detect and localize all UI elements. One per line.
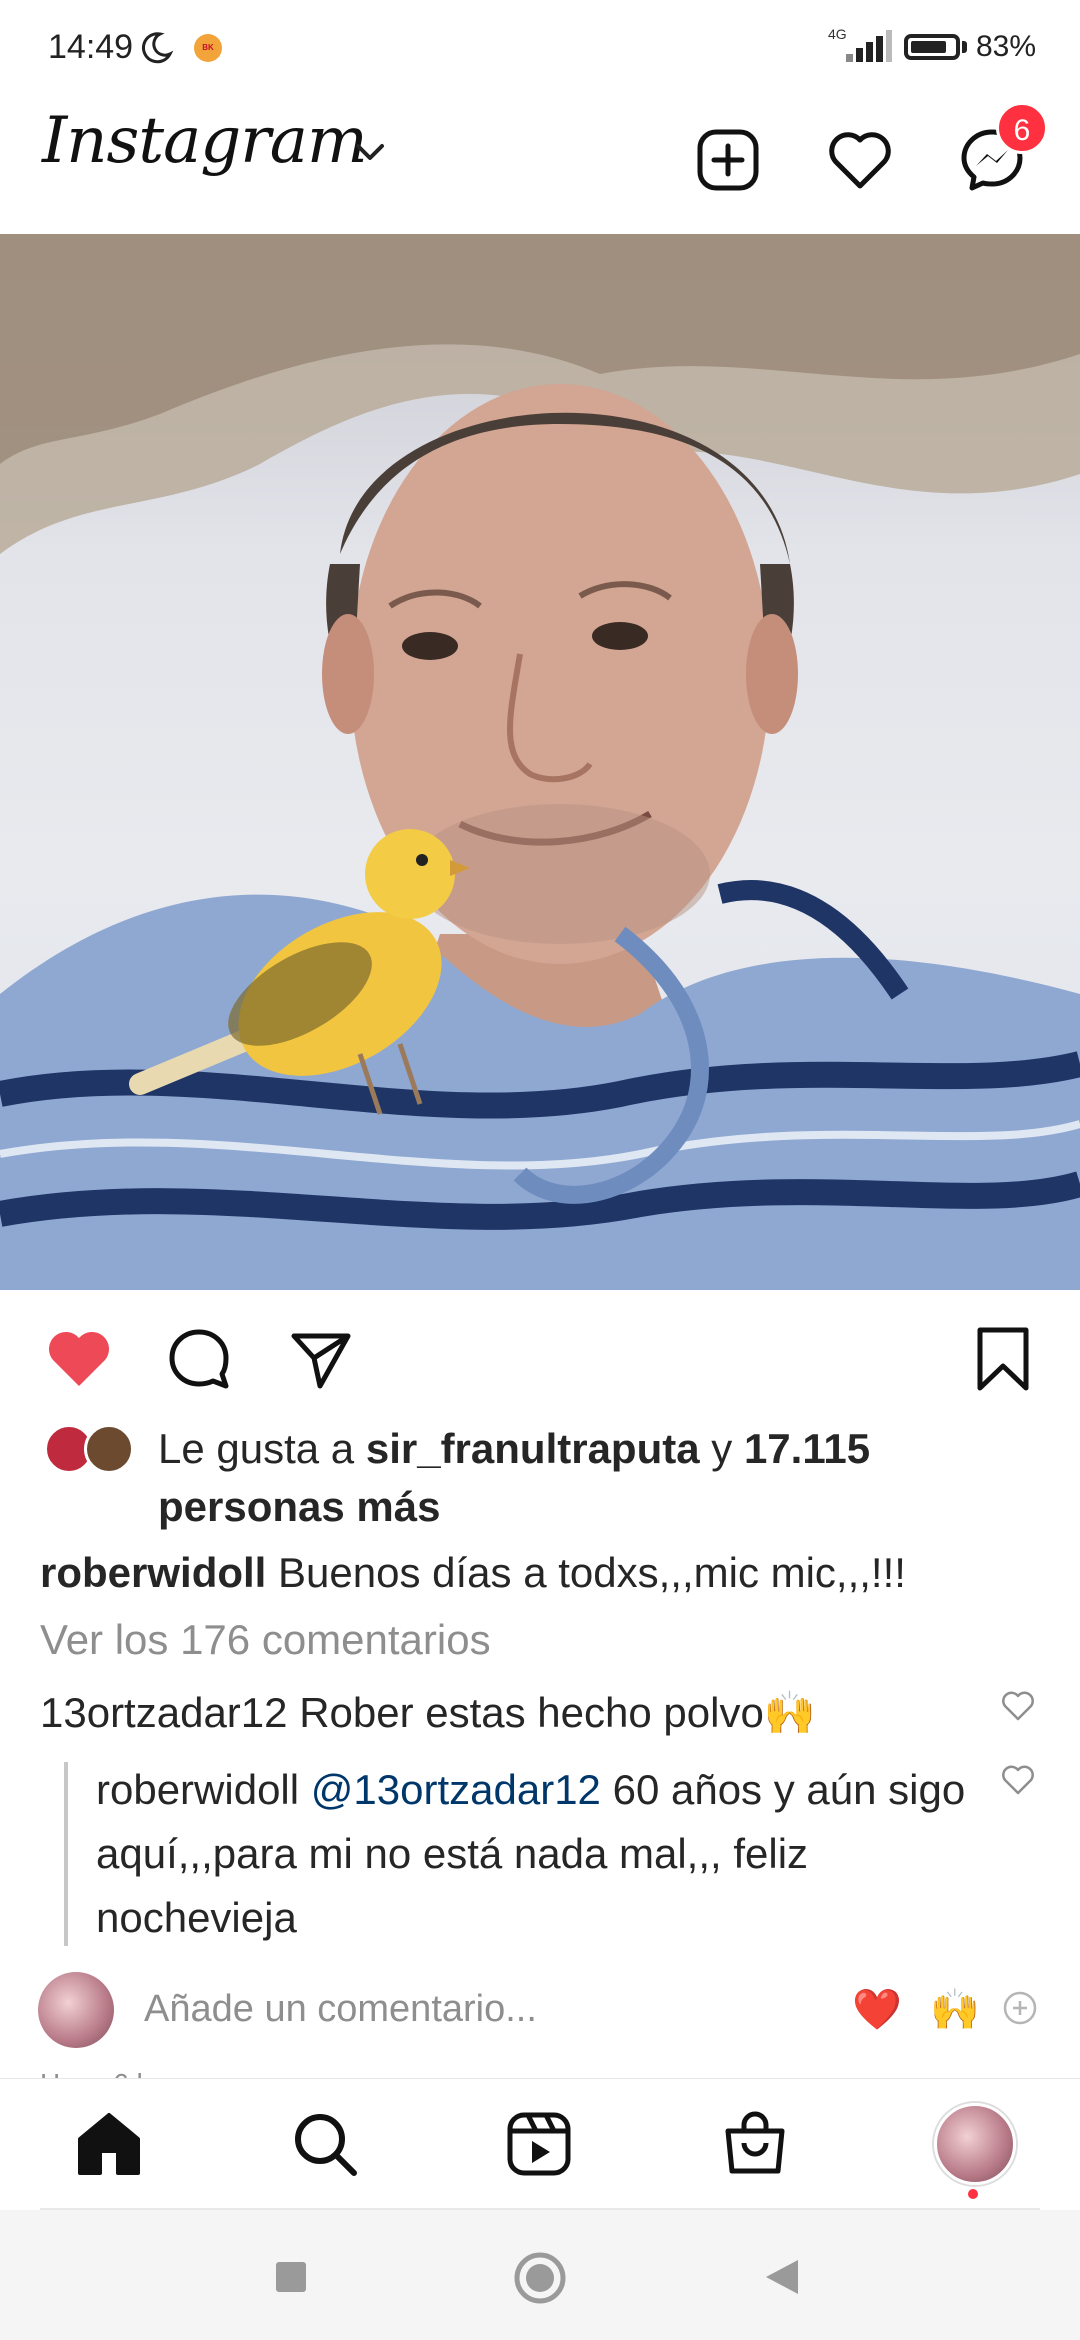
- signal-icon: [846, 30, 892, 62]
- quick-emoji-heart[interactable]: ❤️: [852, 1986, 902, 2033]
- liked-by-avatars[interactable]: [44, 1424, 136, 1476]
- avatar: [38, 1972, 114, 2048]
- post-photo-illustration: [0, 234, 1080, 1290]
- add-comment-row: Añade un comentario... ❤️ 🙌: [0, 1960, 1080, 2060]
- like-heart-icon[interactable]: [44, 1324, 114, 1394]
- avatar: [84, 1424, 134, 1474]
- home-icon[interactable]: [74, 2109, 144, 2179]
- comment-text: Rober estas hecho polvo🙌: [299, 1689, 817, 1736]
- likes-suffix[interactable]: personas más: [158, 1483, 440, 1530]
- battery-tip: [962, 41, 967, 53]
- caption-username[interactable]: roberwidoll: [40, 1549, 266, 1596]
- messages-badge: 6: [996, 102, 1048, 154]
- back-icon[interactable]: [764, 2258, 800, 2296]
- notifications-heart-icon[interactable]: [822, 122, 898, 198]
- instagram-logo[interactable]: Instagram: [42, 104, 368, 178]
- add-comment-input[interactable]: Añade un comentario...: [144, 1988, 537, 2031]
- post-actions: [0, 1290, 1080, 1420]
- likes-count[interactable]: 17.115: [744, 1425, 870, 1472]
- view-all-comments-link[interactable]: Ver los 176 comentarios: [40, 1616, 491, 1664]
- reels-icon[interactable]: [504, 2109, 574, 2179]
- likes-summary[interactable]: Le gusta a sir_franultraputa y 17.115 pe…: [158, 1420, 1038, 1536]
- add-emoji-plus-icon[interactable]: [1002, 1990, 1038, 2026]
- liked-by-username[interactable]: sir_franultraputa: [366, 1425, 700, 1472]
- profile-notification-dot: [968, 2189, 978, 2199]
- search-icon[interactable]: [290, 2109, 360, 2179]
- quick-emoji-raised-hands[interactable]: 🙌: [930, 1986, 980, 2033]
- comment-username[interactable]: 13ortzadar12: [40, 1689, 288, 1736]
- battery-icon: [904, 34, 960, 60]
- home-circle-icon[interactable]: [512, 2250, 568, 2306]
- profile-avatar[interactable]: [934, 2103, 1016, 2185]
- battery-percent: 83%: [976, 30, 1037, 63]
- reply-row: roberwidoll @13ortzadar12 60 años y aún …: [96, 1758, 996, 1950]
- likes-prefix: Le gusta a: [158, 1425, 355, 1472]
- burger-app-icon: BK: [194, 34, 222, 62]
- recents-icon[interactable]: [274, 2260, 308, 2294]
- status-time: 14:49: [48, 28, 134, 66]
- chevron-down-icon[interactable]: [354, 140, 386, 164]
- reply-username[interactable]: roberwidoll: [96, 1766, 299, 1813]
- moon-icon: [141, 32, 174, 64]
- post-caption: roberwidoll Buenos días a todxs,,,mic mi…: [40, 1544, 1040, 1602]
- comment-row: 13ortzadar12 Rober estas hecho polvo🙌: [40, 1684, 1000, 1742]
- create-post-icon[interactable]: [690, 122, 766, 198]
- comment-icon[interactable]: [164, 1324, 234, 1394]
- app-header: Instagram 6: [0, 100, 1080, 234]
- reply-mention[interactable]: @13ortzadar12: [311, 1766, 601, 1813]
- reply-like-heart-icon[interactable]: [1000, 1762, 1036, 1798]
- caption-text: Buenos días a todxs,,,mic mic,,,!!!: [278, 1549, 906, 1596]
- bottom-navigation: [0, 2078, 1080, 2209]
- reply-thread-line: [64, 1762, 68, 1946]
- system-navigation: [0, 2210, 1080, 2340]
- status-bar: 14:49 BK 4G 83%: [0, 0, 1080, 100]
- likes-joiner: y: [711, 1425, 733, 1472]
- comment-like-heart-icon[interactable]: [1000, 1688, 1036, 1724]
- shop-icon[interactable]: [720, 2109, 790, 2179]
- post-image[interactable]: [0, 234, 1080, 1290]
- save-bookmark-icon[interactable]: [968, 1324, 1038, 1394]
- battery-level: [911, 41, 946, 53]
- share-icon[interactable]: [286, 1324, 356, 1394]
- post-time: Hace 6 horas: [40, 2068, 207, 2078]
